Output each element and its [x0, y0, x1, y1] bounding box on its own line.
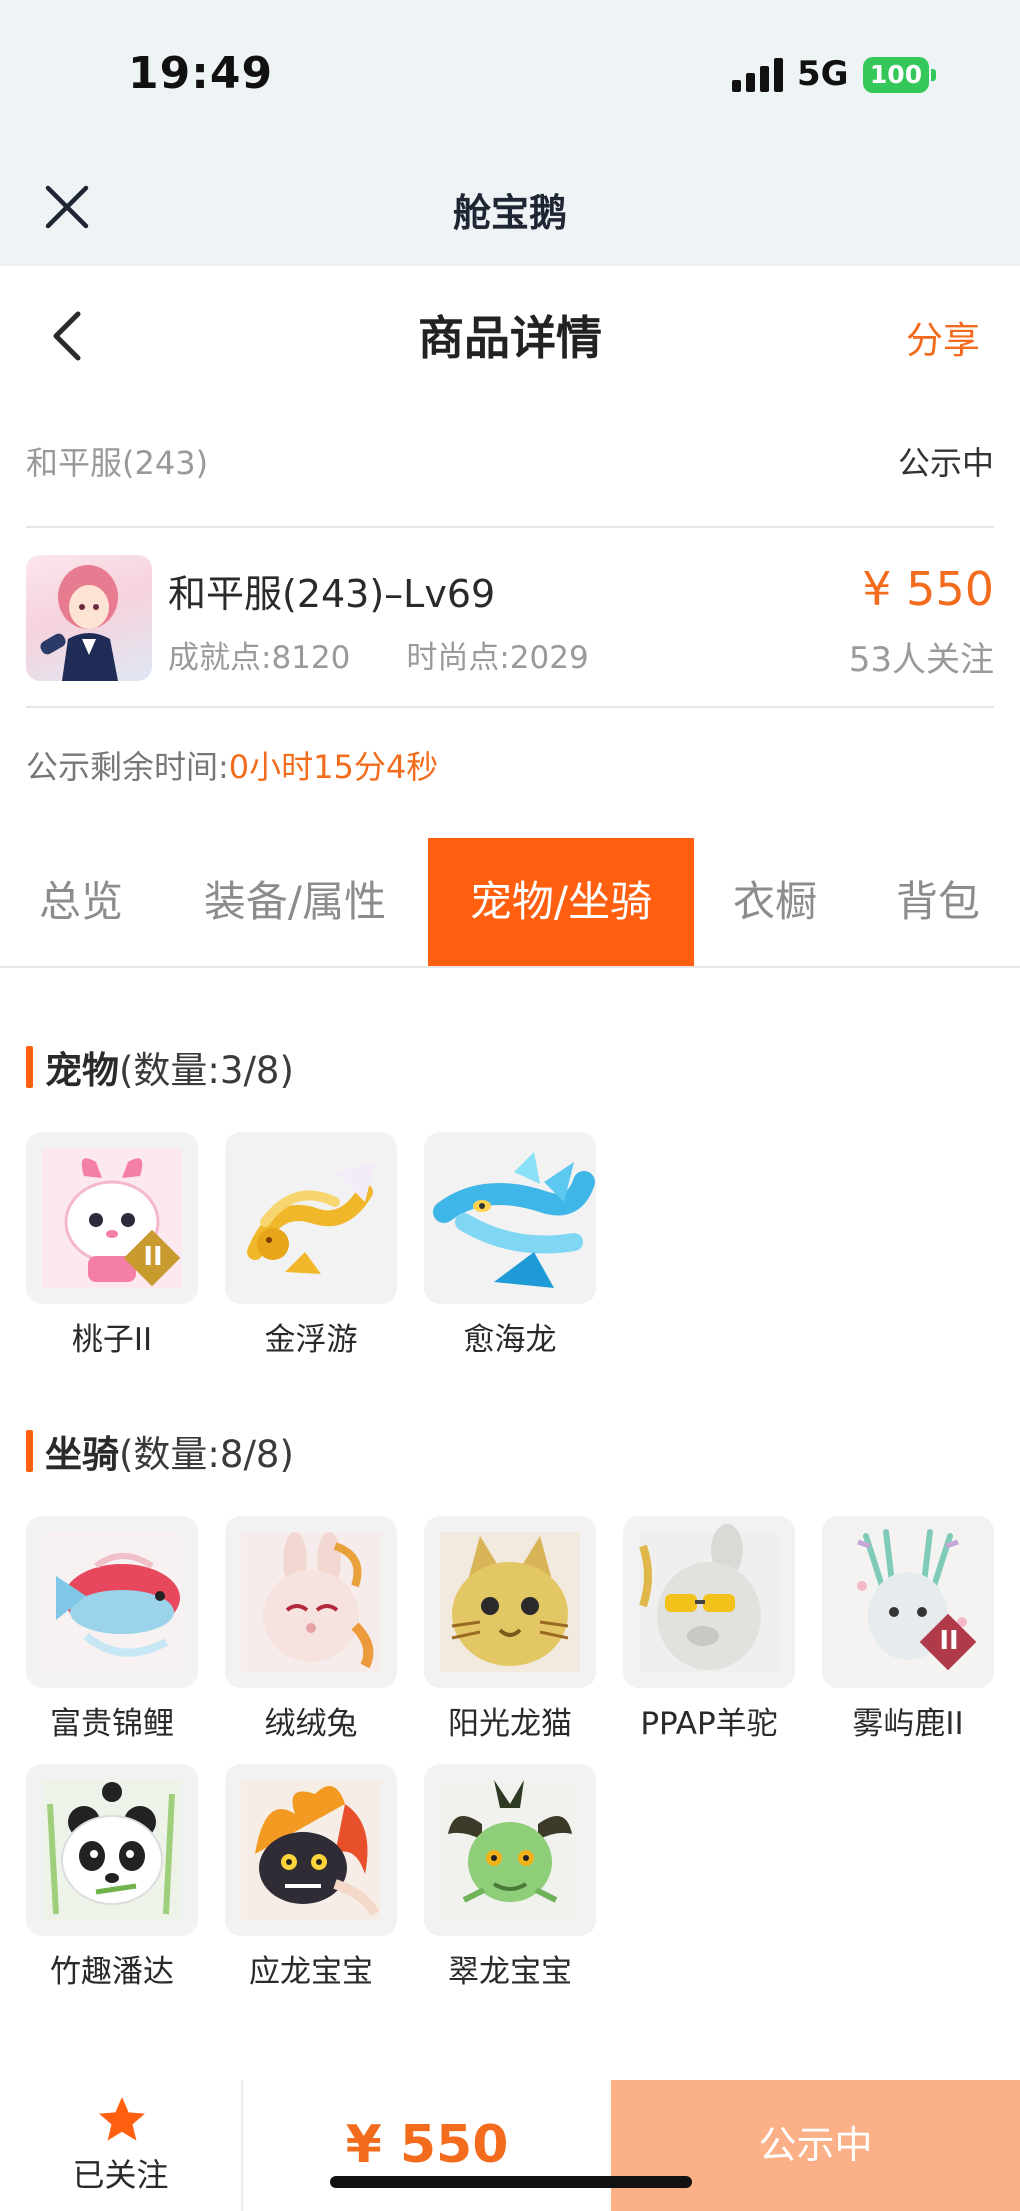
mount-image [225, 1764, 397, 1936]
server-row: 和平服(243) 公示中 [26, 430, 994, 490]
publicity-status-button[interactable]: 公示中 [611, 2080, 1020, 2211]
mount-name: PPAP羊驼 [640, 1706, 778, 1742]
character-stats: 成就点:8120 时尚点:2029 [168, 632, 589, 677]
mount-name: 应龙宝宝 [249, 1954, 373, 1990]
signal-icon [732, 58, 784, 92]
tab-pets-mounts[interactable]: 宠物/坐骑 [428, 838, 694, 966]
mount-item[interactable]: 阳光龙猫 [424, 1516, 596, 1743]
top-bar: 19:49 5G 100 舱宝鹅 [0, 0, 1020, 266]
mount-image [424, 1764, 596, 1936]
pet-name: 桃子II [71, 1322, 153, 1358]
mount-item[interactable]: 绒绒兔 [225, 1516, 397, 1743]
mount-name: 绒绒兔 [264, 1706, 358, 1742]
page-header: 商品详情 分享 [0, 266, 1020, 404]
star-icon [99, 2097, 145, 2141]
character-name: 和平服(243)–Lv69 [168, 572, 496, 616]
bottom-price: ¥ 550 [345, 2115, 509, 2175]
tab-bag[interactable]: 背包 [856, 838, 1020, 966]
mount-name: 竹趣潘达 [50, 1954, 174, 1990]
home-indicator [330, 2176, 692, 2188]
mount-image [225, 1516, 397, 1688]
follow-button[interactable]: 已关注 [0, 2080, 243, 2211]
detail-tabs: 总览 装备/属性 宠物/坐骑 衣橱 背包 [0, 838, 1020, 968]
server-name: 和平服(243) [26, 444, 209, 482]
pet-item[interactable]: 金浮游 [225, 1132, 397, 1359]
pets-title: 宠物 [45, 1049, 119, 1092]
tier-badge: II [939, 1626, 959, 1656]
pets-count: (数量:3/8) [119, 1049, 294, 1092]
fashion-points: 时尚点:2029 [406, 640, 589, 676]
share-button[interactable]: 分享 [906, 310, 980, 364]
status-time: 19:49 [128, 48, 274, 99]
mount-name: 雾屿鹿II [852, 1706, 964, 1742]
mounts-count: (数量:8/8) [119, 1433, 294, 1476]
countdown-label: 公示剩余时间: [26, 748, 229, 786]
pet-image [424, 1132, 596, 1304]
battery-icon: 100 [863, 57, 929, 93]
achievement-points: 成就点:8120 [168, 640, 351, 676]
mount-item[interactable]: 翠龙宝宝 [424, 1764, 596, 1991]
mount-name: 翠龙宝宝 [448, 1954, 572, 1990]
mount-item[interactable]: 富贵锦鲤 [26, 1516, 198, 1743]
mount-image [424, 1516, 596, 1688]
bottom-action-bar: 已关注 ¥ 550 公示中 [0, 2080, 1020, 2211]
section-accent [26, 1430, 33, 1472]
pet-name: 愈海龙 [463, 1322, 557, 1358]
mount-image [26, 1764, 198, 1936]
pet-image [225, 1132, 397, 1304]
listing-price: ¥ 550 [862, 562, 994, 616]
mount-item[interactable]: 应龙宝宝 [225, 1764, 397, 1991]
mount-image [26, 1516, 198, 1688]
countdown-value: 0小时15分4秒 [228, 748, 439, 786]
tab-wardrobe[interactable]: 衣橱 [694, 838, 856, 966]
character-avatar [26, 555, 152, 681]
section-accent [26, 1046, 33, 1088]
mounts-section-title: 坐骑 (数量:8/8) [26, 1424, 294, 1478]
tab-overview[interactable]: 总览 [0, 838, 162, 966]
divider [26, 706, 994, 708]
pet-image: II [26, 1132, 198, 1304]
mount-name: 富贵锦鲤 [50, 1706, 174, 1742]
follower-count: 53人关注 [848, 640, 994, 680]
pet-name: 金浮游 [264, 1322, 358, 1358]
battery-nub [931, 69, 936, 81]
pet-item[interactable]: II 桃子II [26, 1132, 198, 1359]
listing-status: 公示中 [897, 444, 994, 482]
mounts-title: 坐骑 [45, 1433, 119, 1476]
mount-name: 阳光龙猫 [448, 1706, 572, 1742]
countdown: 公示剩余时间:0小时15分4秒 [26, 742, 438, 788]
mount-image [623, 1516, 795, 1688]
tier-badge: II [143, 1242, 163, 1272]
app-title: 舱宝鹅 [452, 191, 567, 235]
mount-item[interactable]: PPAP羊驼 [623, 1516, 795, 1743]
network-type: 5G [797, 54, 849, 94]
mount-image: II [822, 1516, 994, 1688]
page-title: 商品详情 [418, 311, 602, 365]
follow-label: 已关注 [72, 2156, 169, 2194]
tab-equipment[interactable]: 装备/属性 [162, 838, 428, 966]
divider [26, 526, 994, 528]
mount-item[interactable]: II 雾屿鹿II [822, 1516, 994, 1743]
pet-item[interactable]: 愈海龙 [424, 1132, 596, 1359]
pets-section-title: 宠物 (数量:3/8) [26, 1040, 294, 1094]
mount-item[interactable]: 竹趣潘达 [26, 1764, 198, 1991]
